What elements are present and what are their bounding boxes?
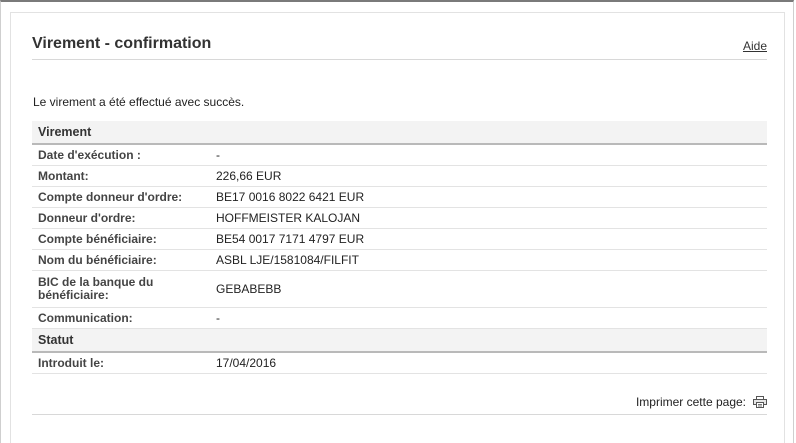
print-control[interactable]: Imprimer cette page: bbox=[636, 395, 767, 409]
print-area: Imprimer cette page: bbox=[32, 0, 767, 443]
footer-divider bbox=[32, 414, 767, 415]
printer-icon[interactable] bbox=[753, 396, 767, 408]
print-label: Imprimer cette page: bbox=[635, 395, 746, 409]
